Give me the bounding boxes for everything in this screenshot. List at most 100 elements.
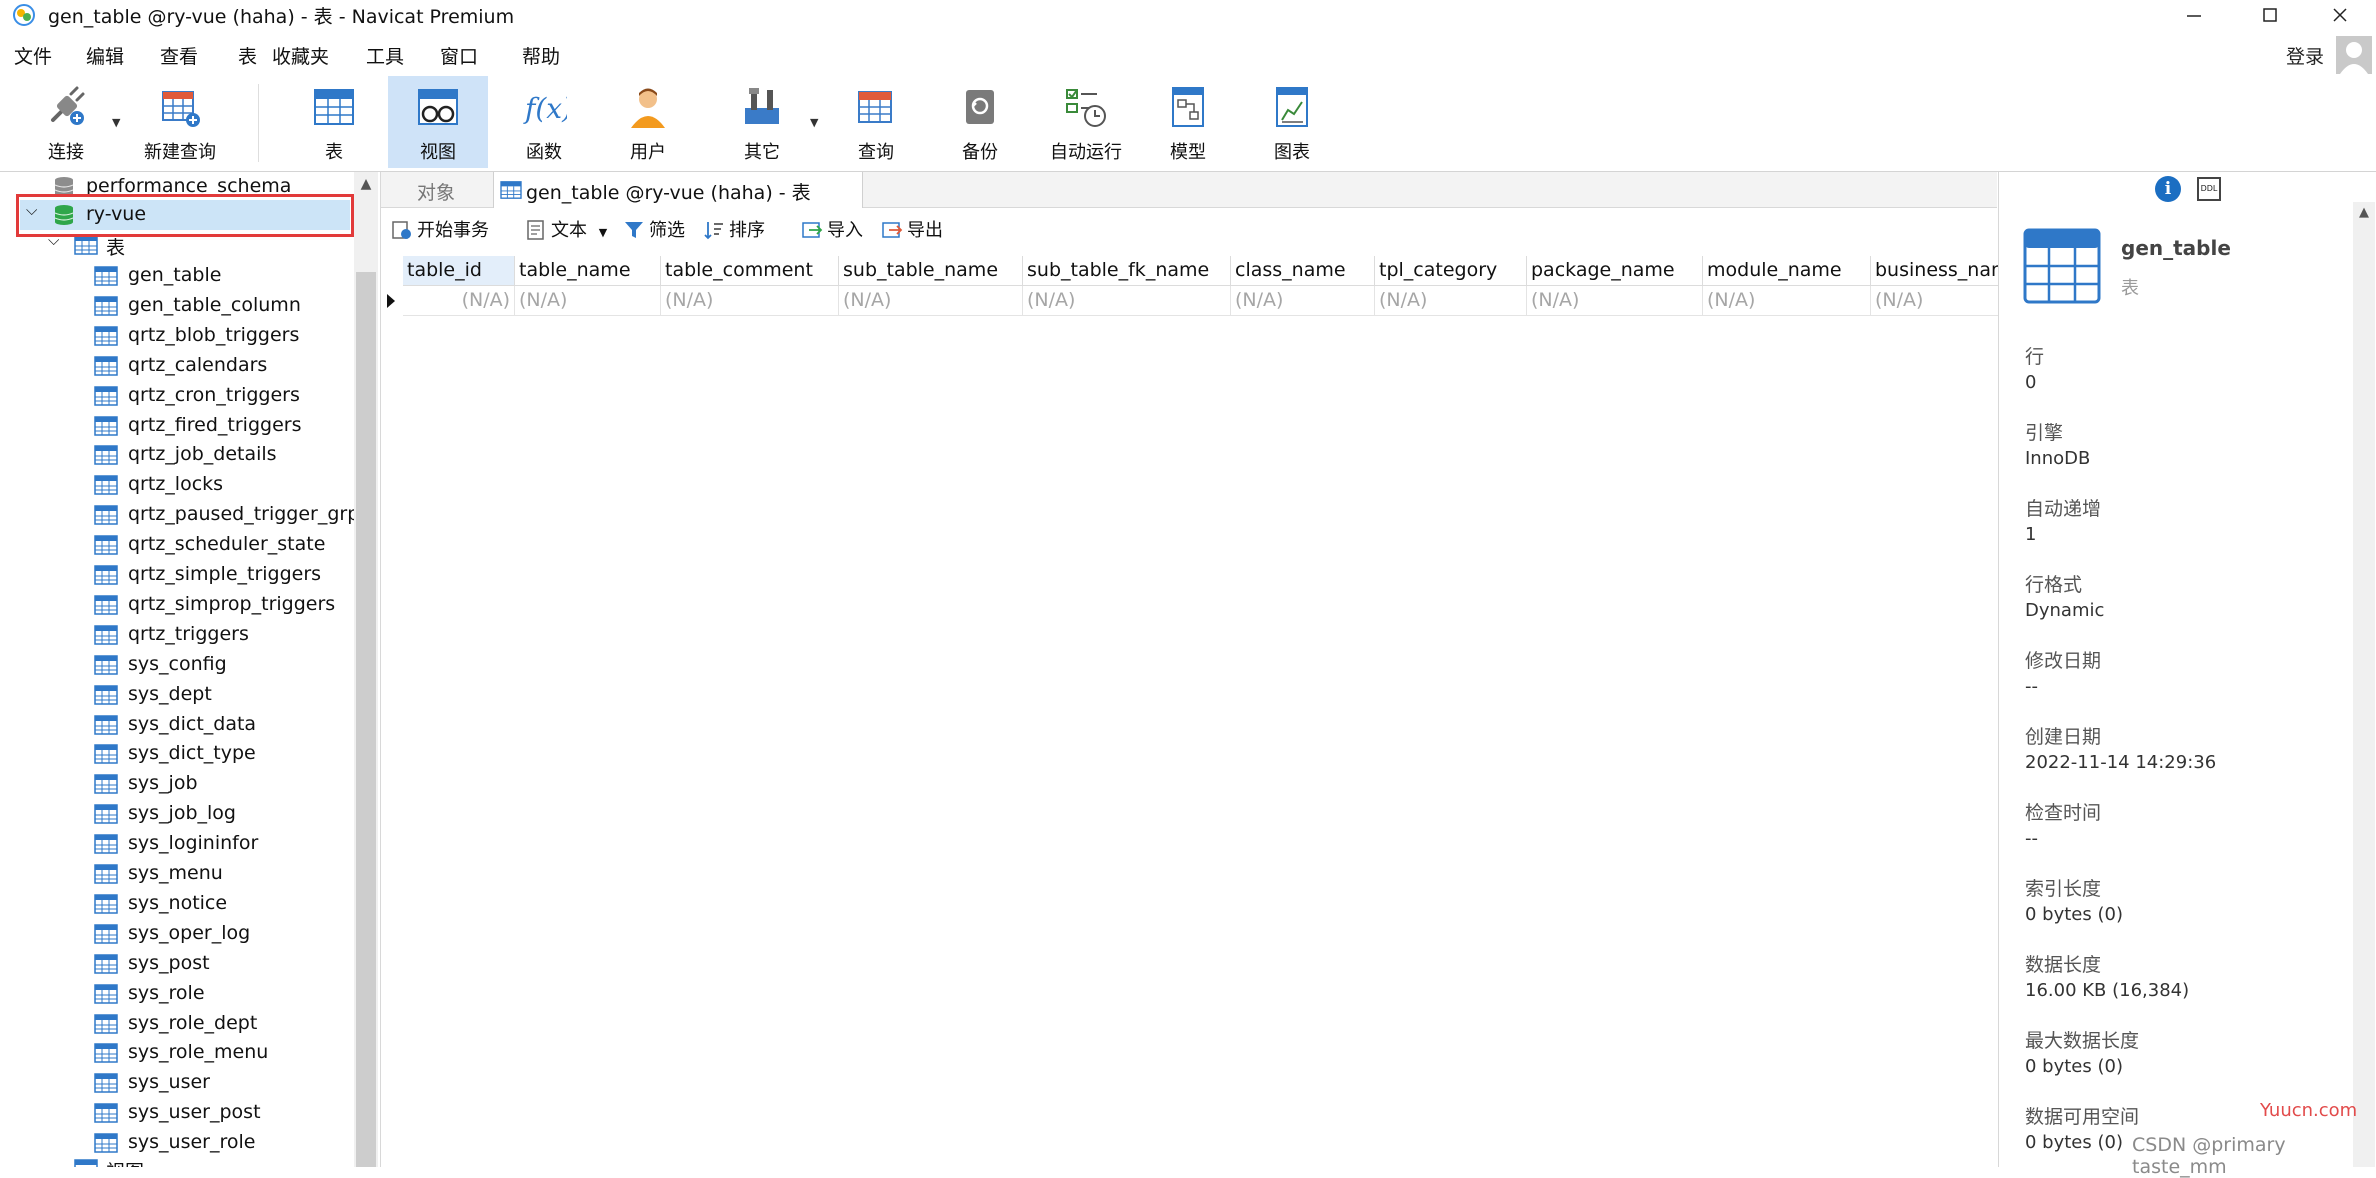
nav-table-item[interactable]: sys_notice (0, 889, 354, 919)
minimize-button[interactable] (2160, 0, 2228, 30)
nav-table-item[interactable]: sys_dict_type (0, 739, 354, 769)
nav-table-item[interactable]: qrtz_triggers (0, 620, 354, 650)
auto-run-button[interactable]: 自动运行 (1034, 76, 1138, 168)
grid-cell[interactable]: (N/A) (839, 286, 1023, 316)
new-query-button[interactable]: 新建查询 (130, 76, 230, 168)
menu-file[interactable]: 文件 (14, 42, 52, 69)
table-icon (94, 774, 118, 795)
nav-table-item[interactable]: sys_post (0, 949, 354, 979)
text-doc-icon (527, 220, 544, 240)
maximize-button[interactable] (2236, 0, 2304, 30)
begin-transaction-button[interactable]: 开始事务 (391, 216, 489, 242)
menu-window[interactable]: 窗口 (440, 42, 478, 69)
menu-table[interactable]: 表 (238, 42, 257, 69)
info-icon[interactable]: i (2155, 176, 2181, 202)
info-scrollbar[interactable]: ▲ (2353, 202, 2375, 1167)
column-header[interactable]: module_name (1703, 256, 1871, 286)
nav-table-item[interactable]: sys_job (0, 769, 354, 799)
other-button[interactable]: 其它 (712, 76, 812, 168)
column-header[interactable]: package_name (1527, 256, 1703, 286)
grid-cell[interactable]: (N/A) (661, 286, 839, 316)
nav-table-item[interactable]: qrtz_locks (0, 470, 354, 500)
nav-table-item[interactable]: sys_dict_data (0, 710, 354, 740)
nav-table-item[interactable]: sys_role_dept (0, 1009, 354, 1039)
grid-cell[interactable]: (N/A) (1375, 286, 1527, 316)
grid-cell[interactable]: (N/A) (403, 286, 515, 316)
menu-favorites[interactable]: 收藏夹 (272, 42, 329, 69)
nav-table-label: sys_role_menu (128, 1041, 269, 1064)
nav-table-item[interactable]: sys_user_post (0, 1098, 354, 1128)
other-dropdown[interactable]: ▼ (810, 116, 818, 129)
connect-button[interactable]: 连接 (16, 76, 116, 168)
nav-table-item[interactable]: gen_table_column (0, 291, 354, 321)
column-header[interactable]: class_name (1231, 256, 1375, 286)
function-button[interactable]: f(x) 函数 (494, 76, 594, 168)
column-header[interactable]: business_nam (1871, 256, 2019, 286)
data-grid[interactable]: table_id table_name table_comment sub_table… (381, 256, 2019, 316)
nav-table-item[interactable]: gen_table (0, 261, 354, 291)
import-button[interactable]: 导入 (801, 216, 863, 242)
view-button[interactable]: 视图 (388, 76, 488, 168)
column-header[interactable]: tpl_category (1375, 256, 1527, 286)
nav-table-item[interactable]: qrtz_paused_trigger_grps (0, 500, 369, 530)
connect-dropdown[interactable]: ▼ (112, 116, 120, 129)
menu-tools[interactable]: 工具 (366, 42, 404, 69)
column-header[interactable]: sub_table_name (839, 256, 1023, 286)
table-button[interactable]: 表 (284, 76, 384, 168)
nav-table-item[interactable]: sys_role (0, 979, 354, 1009)
column-header[interactable]: table_id (403, 256, 515, 286)
column-header[interactable]: table_name (515, 256, 661, 286)
navigator-scrollbar[interactable]: ▲ (354, 172, 378, 1167)
chevron-down-icon[interactable]: ▼ (599, 226, 607, 239)
nav-table-item[interactable]: qrtz_cron_triggers (0, 381, 354, 411)
avatar[interactable] (2336, 36, 2372, 74)
nav-table-item[interactable]: qrtz_calendars (0, 351, 354, 381)
filter-button[interactable]: 筛选 (623, 216, 685, 242)
grid-cell[interactable]: (N/A) (515, 286, 661, 316)
tab-gen-table[interactable]: gen_table @ry-vue (haha) - 表 (493, 172, 863, 208)
backup-button[interactable]: 备份 (930, 76, 1030, 168)
login-button[interactable]: 登录 (2286, 42, 2324, 69)
export-button[interactable]: 导出 (881, 216, 943, 242)
text-button[interactable]: 文本 ▼ (525, 216, 607, 242)
scrollbar-thumb[interactable] (356, 272, 376, 1167)
grid-cell[interactable]: (N/A) (1871, 286, 2019, 316)
nav-table-item[interactable]: qrtz_simprop_triggers (0, 590, 354, 620)
nav-folder-views[interactable]: 视图 (0, 1154, 354, 1167)
close-button[interactable] (2306, 0, 2374, 30)
nav-table-item[interactable]: qrtz_job_details (0, 440, 354, 470)
nav-table-item[interactable]: sys_oper_log (0, 919, 354, 949)
nav-table-item[interactable]: sys_user (0, 1068, 354, 1098)
nav-table-item[interactable]: sys_dept (0, 680, 354, 710)
nav-table-item[interactable]: qrtz_simple_triggers (0, 560, 354, 590)
column-header[interactable]: sub_table_fk_name (1023, 256, 1231, 286)
menu-edit[interactable]: 编辑 (86, 42, 124, 69)
ddl-icon[interactable]: DDL (2197, 177, 2221, 201)
grid-cell[interactable]: (N/A) (1703, 286, 1871, 316)
grid-cell[interactable]: (N/A) (1231, 286, 1375, 316)
user-button[interactable]: 用户 (598, 76, 698, 168)
tab-objects[interactable]: 对象 (381, 172, 491, 208)
column-header[interactable]: table_comment (661, 256, 839, 286)
model-button[interactable]: 模型 (1138, 76, 1238, 168)
menu-help[interactable]: 帮助 (522, 42, 560, 69)
nav-table-item[interactable]: sys_menu (0, 859, 354, 889)
nav-table-item[interactable]: sys_config (0, 650, 354, 680)
nav-table-item[interactable]: sys_logininfor (0, 829, 354, 859)
query-button[interactable]: 查询 (826, 76, 926, 168)
scroll-up-arrow-icon[interactable]: ▲ (354, 172, 378, 196)
nav-folder-label: 表 (106, 237, 126, 259)
menu-view[interactable]: 查看 (160, 42, 198, 69)
grid-cell[interactable]: (N/A) (1527, 286, 1703, 316)
nav-table-item[interactable]: qrtz_blob_triggers (0, 321, 354, 351)
nav-table-item[interactable]: sys_job_log (0, 799, 354, 829)
nav-table-label: sys_menu (128, 862, 223, 884)
chart-button[interactable]: 图表 (1242, 76, 1342, 168)
nav-table-item[interactable]: qrtz_scheduler_state (0, 530, 354, 560)
maximize-icon (2263, 8, 2277, 22)
grid-cell[interactable]: (N/A) (1023, 286, 1231, 316)
nav-table-item[interactable]: qrtz_fired_triggers (0, 411, 354, 441)
scroll-up-arrow-icon[interactable]: ▲ (2353, 202, 2375, 224)
nav-table-item[interactable]: sys_role_menu (0, 1038, 354, 1068)
sort-button[interactable]: 排序 (703, 216, 765, 242)
